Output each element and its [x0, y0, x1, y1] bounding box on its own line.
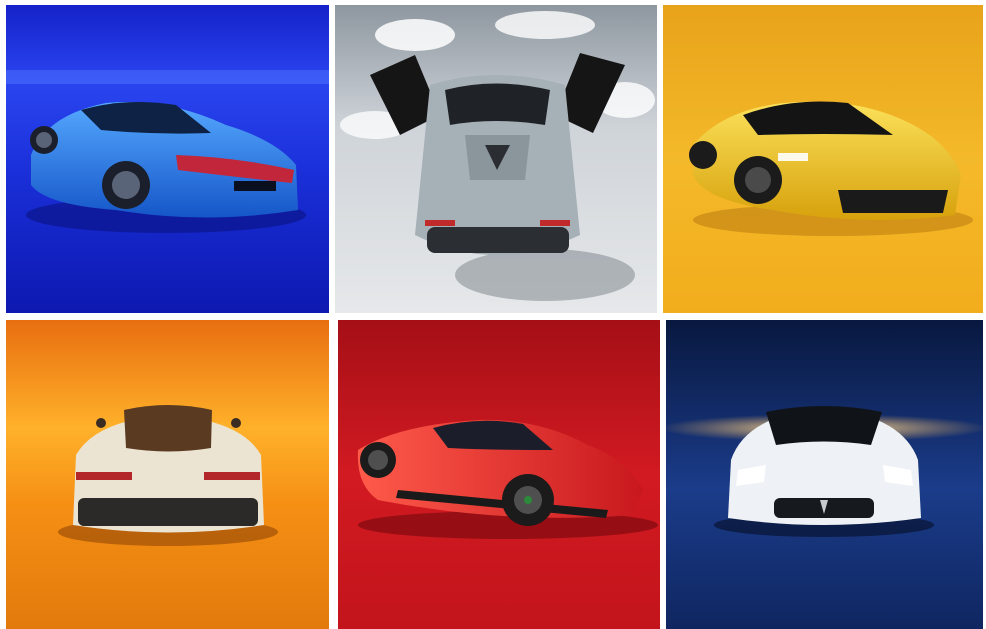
white-car-rear-image	[6, 320, 329, 629]
photo-red-car-side[interactable]	[338, 320, 660, 629]
photo-white-car-rear[interactable]	[6, 320, 329, 629]
blue-car-image	[6, 5, 329, 313]
grey-convertible-image	[335, 5, 657, 313]
photo-grey-convertible-top[interactable]	[335, 5, 657, 313]
white-car-front-image	[666, 320, 983, 629]
yellow-car-image	[663, 5, 983, 313]
photo-yellow-car-front[interactable]	[663, 5, 983, 313]
photo-white-car-front[interactable]	[666, 320, 983, 629]
red-car-image	[338, 320, 660, 629]
photo-blue-car-rear[interactable]	[6, 5, 329, 313]
